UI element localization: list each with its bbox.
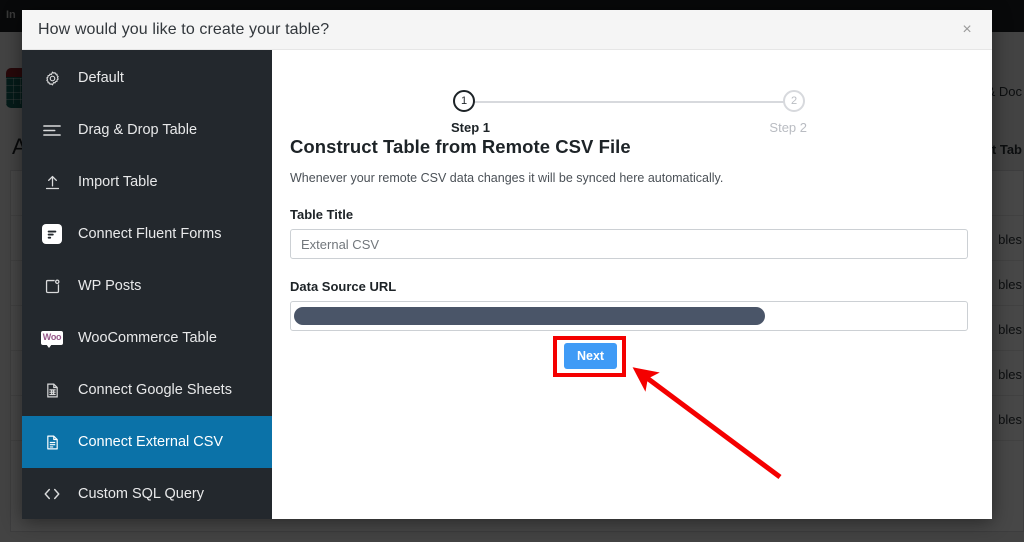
sliders-icon <box>40 118 64 142</box>
modal-title: How would you like to create your table? <box>38 20 330 38</box>
sidebar-item-label: Connect Google Sheets <box>78 382 232 398</box>
stepper-node-1-number: 1 <box>460 95 468 107</box>
gear-icon <box>40 66 64 90</box>
sidebar-item-woocommerce-table[interactable]: Woo WooCommerce Table <box>22 312 272 364</box>
sidebar-item-label: Connect External CSV <box>78 434 224 450</box>
close-icon[interactable]: × <box>956 19 978 41</box>
table-title-field-group: Table Title <box>290 207 968 259</box>
wp-posts-icon <box>40 274 64 298</box>
sidebar-item-connect-fluent-forms[interactable]: Connect Fluent Forms <box>22 208 272 260</box>
modal-sidebar: Default Drag & Drop Table Import Table C… <box>22 50 272 519</box>
sidebar-item-connect-google-sheets[interactable]: Connect Google Sheets <box>22 364 272 416</box>
modal-body: Default Drag & Drop Table Import Table C… <box>22 50 992 519</box>
csv-form: Construct Table from Remote CSV File Whe… <box>290 136 968 331</box>
sidebar-item-label: WooCommerce Table <box>78 330 217 346</box>
stepper-node-2[interactable]: 2 <box>783 90 805 112</box>
form-subtitle: Whenever your remote CSV data changes it… <box>290 171 724 185</box>
sidebar-item-label: WP Posts <box>78 278 142 294</box>
sidebar-item-default[interactable]: Default <box>22 52 272 104</box>
stepper-node-1[interactable]: 1 <box>453 90 475 112</box>
sidebar-item-connect-external-csv[interactable]: Connect External CSV <box>22 416 272 468</box>
table-title-input[interactable] <box>290 229 968 259</box>
upload-icon <box>40 170 64 194</box>
csv-document-icon <box>40 430 64 454</box>
stepper-label-1: Step 1 <box>451 120 491 135</box>
table-title-label: Table Title <box>290 207 354 222</box>
stepper-node-2-number: 2 <box>790 95 798 107</box>
annotation-arrow-icon <box>632 367 782 480</box>
next-button-wrapper: Next <box>564 343 618 369</box>
sidebar-item-label: Custom SQL Query <box>78 486 204 502</box>
data-source-url-label: Data Source URL <box>290 279 397 294</box>
data-source-url-field-group: Data Source URL <box>290 279 968 331</box>
data-source-url-input[interactable] <box>290 301 968 331</box>
next-button[interactable]: Next <box>564 343 618 369</box>
form-title: Construct Table from Remote CSV File <box>290 136 631 157</box>
modal-content-pane: 1 2 Step 1 Step 2 Construct Table from R… <box>272 50 992 519</box>
fluent-forms-icon <box>40 222 64 246</box>
sidebar-item-label: Connect Fluent Forms <box>78 226 222 242</box>
spreadsheet-icon <box>40 378 64 402</box>
create-table-modal: How would you like to create your table?… <box>22 10 992 519</box>
modal-header: How would you like to create your table?… <box>22 10 992 50</box>
sidebar-item-custom-sql-query[interactable]: Custom SQL Query <box>22 468 272 519</box>
sidebar-item-label: Import Table <box>78 174 158 190</box>
sidebar-item-drag-drop-table[interactable]: Drag & Drop Table <box>22 104 272 156</box>
sidebar-item-label: Default <box>78 70 124 86</box>
stepper-label-2: Step 2 <box>769 120 807 135</box>
sidebar-item-wp-posts[interactable]: WP Posts <box>22 260 272 312</box>
sidebar-item-label: Drag & Drop Table <box>78 122 198 138</box>
stepper-connector-line <box>471 101 787 103</box>
woocommerce-icon: Woo <box>40 326 64 350</box>
code-brackets-icon <box>40 482 64 506</box>
sidebar-item-import-table[interactable]: Import Table <box>22 156 272 208</box>
